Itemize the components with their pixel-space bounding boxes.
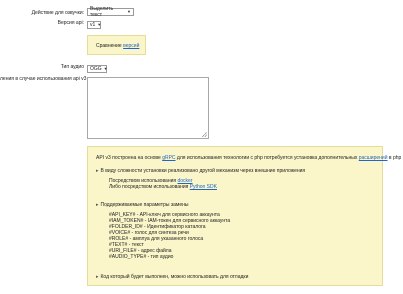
intro-text-3: в php — [387, 155, 402, 161]
chevron-down-icon: ▼ — [103, 66, 108, 71]
custom-command-label: ления в случае использования api v3: — [0, 76, 88, 82]
voice-type-label: Тип аудио — [60, 64, 84, 70]
action-label: Действие для озвучки: — [31, 10, 84, 16]
api-version-select[interactable]: v1 ▼ — [87, 21, 101, 29]
section-params-title: Поддерживаемые параметры замены — [100, 202, 189, 208]
api-version-select-value: v1 — [90, 22, 96, 28]
resize-grip-icon[interactable] — [202, 132, 207, 137]
api-info-panel: API v3 построена на основе gRPC для испо… — [87, 146, 401, 286]
python-sdk-link[interactable]: Python SDK — [190, 184, 217, 190]
voice-type-select-value: OGG — [90, 66, 102, 72]
custom-command-textarea[interactable] — [87, 77, 209, 139]
intro-text-2: для использования технологии с php потре… — [175, 155, 359, 161]
api-version-label: Версия api: — [57, 20, 84, 26]
section-debug-code-title: Код который будет выполнен, можно исполь… — [100, 274, 249, 280]
chevron-down-icon: ▼ — [97, 22, 102, 27]
section-debug-code[interactable]: ▸ Код который будет выполнен, можно испол… — [96, 274, 248, 280]
comparison-link[interactable]: версий — [123, 43, 139, 49]
extensions-link[interactable]: расширений — [359, 155, 388, 161]
section-params[interactable]: ▸ Поддерживаемые параметры замены — [96, 202, 188, 208]
api-intro: API v3 построена на основе gRPC для испо… — [96, 155, 401, 161]
param-item: #AUDIO_TYPE# - тип аудио — [109, 254, 174, 260]
expand-arrow-icon: ▸ — [96, 274, 99, 280]
voice-type-select[interactable]: OGG ▼ — [87, 65, 108, 73]
intro-text-1: API v3 построена на основе — [96, 155, 163, 161]
expand-arrow-icon: ▸ — [96, 168, 99, 174]
section-external-apps-title: В виду сложности установки реализовано д… — [100, 168, 306, 174]
comparison-note: Сравнение версий — [87, 35, 146, 55]
action-select-value: Выделить текст — [90, 6, 114, 18]
expand-arrow-icon: ▸ — [96, 202, 99, 208]
grpc-link[interactable]: gRPC — [162, 155, 175, 161]
comparison-text: Сравнение — [96, 43, 124, 49]
action-select[interactable]: Выделить текст ▼ — [87, 6, 134, 18]
chevron-down-icon: ▼ — [127, 9, 131, 14]
section-external-apps[interactable]: ▸ В виду сложности установки реализовано … — [96, 168, 305, 174]
python-sdk-text: Либо посредством использования — [109, 184, 190, 190]
